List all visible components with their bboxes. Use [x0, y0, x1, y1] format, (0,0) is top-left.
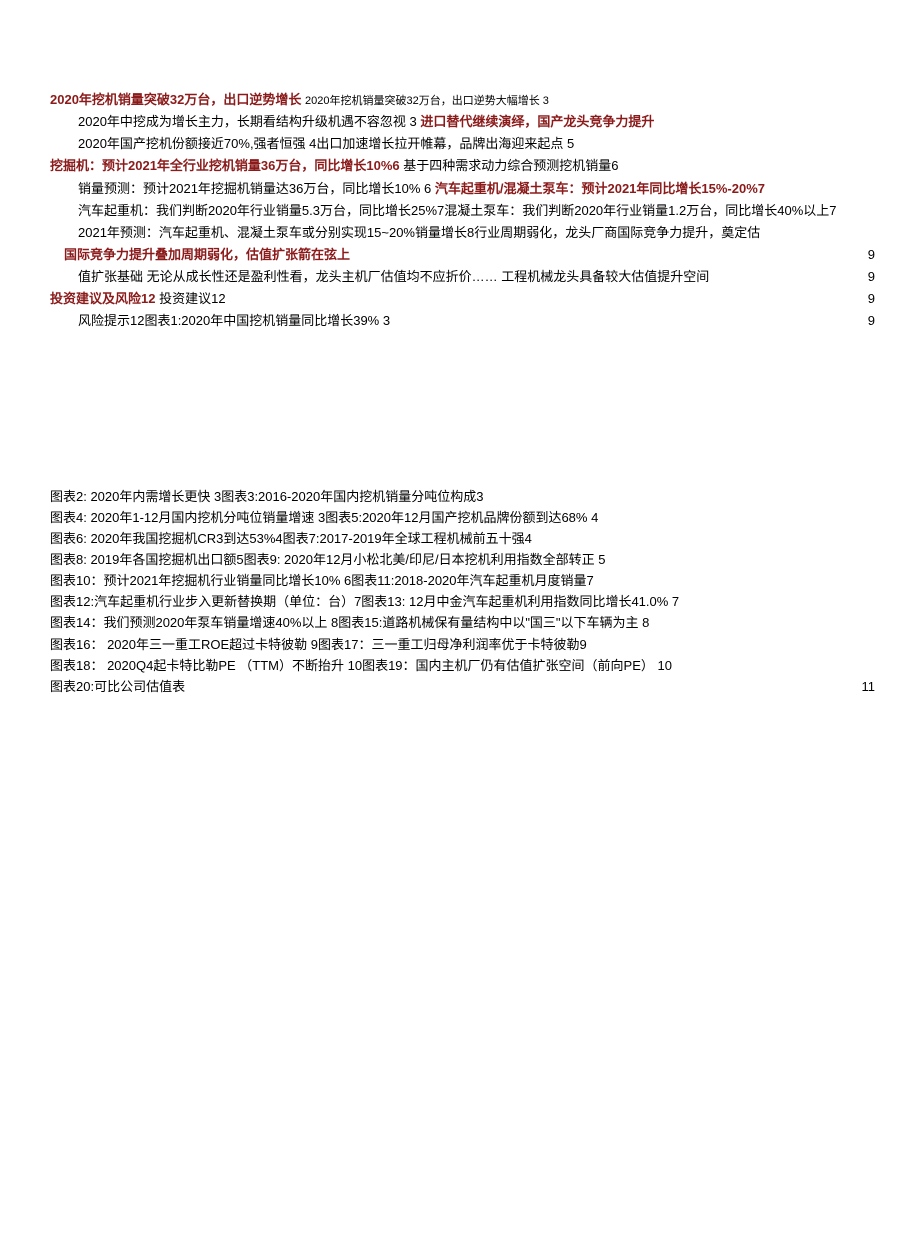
toc-block: 2020年挖机销量突破32万台，出口逆势增长 2020年挖机销量突破32万台，出…: [50, 90, 875, 332]
page-num-9b: 9: [868, 267, 875, 287]
toc-line-8: 国际竞争力提升叠加周期弱化，估值扩张箭在弦上 9: [50, 245, 875, 265]
page-num-9d: 9: [868, 311, 875, 331]
toc-line-10: 投资建议及风险12 投资建议12 9: [50, 289, 875, 309]
chart-list-block: 图表2: 2020年内需增长更快 3图表3:2016-2020年国内挖机销量分吨…: [50, 487, 875, 697]
text-domestic-share: 2020年国产挖机份额接近70%,强者恒强 4出口加速增长拉开帷幕，品牌出海迎来…: [78, 136, 574, 151]
chart-line-6: 图表6: 2020年我国挖掘机CR3到达53%4图表7:2017-2019年全球…: [50, 529, 875, 549]
toc-line-9: 值扩张基础 无论从成长性还是盈利性看，龙头主机厂估值均不应折价…… 工程机械龙头…: [78, 267, 875, 287]
chart-line-12: 图表12:汽车起重机行业步入更新替换期（单位：台）7图表13: 12月中金汽车起…: [50, 592, 875, 612]
toc-line-11: 风险提示12图表1:2020年中国挖机销量同比增长39% 3 9: [78, 311, 875, 331]
text-sales-forecast: 销量预测：预计2021年挖掘机销量达36万台，同比增长10% 6: [78, 181, 431, 196]
heading-excavator-forecast: 挖掘机：预计2021年全行业挖机销量36万台，同比增长10%6: [50, 158, 400, 173]
text-mid-excavator: 2020年中挖成为增长主力，长期看结构升级机遇不容忽视 3: [78, 114, 417, 129]
page-num-9a: 9: [868, 245, 875, 265]
heading-competitiveness: 国际竞争力提升叠加周期弱化，估值扩张箭在弦上: [64, 247, 350, 262]
chart-line-20: 图表20:可比公司估值表 11: [50, 677, 875, 697]
toc-line-2: 2020年中挖成为增长主力，长期看结构升级机遇不容忽视 3 进口替代继续演绎，国…: [78, 112, 875, 132]
heading-excavator-2020: 2020年挖机销量突破32万台，出口逆势增长: [50, 92, 301, 107]
text-forecast-basis: 基于四种需求动力综合预测挖机销量6: [403, 158, 618, 173]
text-2021-forecast: 2021年预测：汽车起重机、混凝土泵车或分别实现15~20%销量增长8行业周期弱…: [78, 225, 760, 240]
text-excavator-2020-detail: 2020年挖机销量突破32万台，出口逆势大幅增长 3: [305, 95, 549, 107]
chart-20-text: 图表20:可比公司估值表: [50, 679, 185, 694]
toc-line-1: 2020年挖机销量突破32万台，出口逆势增长 2020年挖机销量突破32万台，出…: [50, 90, 875, 110]
chart-line-14: 图表14：我们预测2020年泵车销量增速40%以上 8图表15:道路机械保有量结…: [50, 613, 875, 633]
chart-line-18: 图表18： 2020Q4起卡特比勒PE （TTM）不断抬升 10图表19：国内主…: [50, 656, 875, 676]
toc-line-4: 挖掘机：预计2021年全行业挖机销量36万台，同比增长10%6 基于四种需求动力…: [50, 156, 875, 176]
text-risk-chart1: 风险提示12图表1:2020年中国挖机销量同比增长39% 3: [78, 313, 390, 328]
heading-import-substitution: 进口替代继续演绎，国产龙头竞争力提升: [420, 114, 654, 129]
heading-crane-pump: 汽车起重机/混凝土泵车：预计2021年同比增长15%-20%7: [435, 181, 765, 196]
text-investment-advice: 投资建议12: [159, 291, 225, 306]
heading-investment-advice: 投资建议及风险12: [50, 291, 155, 306]
chart-line-2: 图表2: 2020年内需增长更快 3图表3:2016-2020年国内挖机销量分吨…: [50, 487, 875, 507]
text-crane-judgment: 汽车起重机：我们判断2020年行业销量5.3万台，同比增长25%7混凝土泵车：我…: [78, 203, 836, 218]
chart-line-10: 图表10：预计2021年挖掘机行业销量同比增长10% 6图表11:2018-20…: [50, 571, 875, 591]
toc-line-6: 汽车起重机：我们判断2020年行业销量5.3万台，同比增长25%7混凝土泵车：我…: [78, 201, 875, 221]
text-valuation-basis: 值扩张基础 无论从成长性还是盈利性看，龙头主机厂估值均不应折价…… 工程机械龙头…: [78, 269, 709, 284]
toc-line-3: 2020年国产挖机份额接近70%,强者恒强 4出口加速增长拉开帷幕，品牌出海迎来…: [78, 134, 875, 154]
toc-line-7: 2021年预测：汽车起重机、混凝土泵车或分别实现15~20%销量增长8行业周期弱…: [78, 223, 875, 243]
chart-line-8: 图表8: 2019年各国挖掘机出口额5图表9: 2020年12月小松北美/印尼/…: [50, 550, 875, 570]
page-num-9c: 9: [868, 289, 875, 309]
page-num-11: 11: [862, 677, 876, 697]
chart-line-16: 图表16： 2020年三一重工ROE超过卡特彼勒 9图表17：三一重工归母净利润…: [50, 635, 875, 655]
chart-line-4: 图表4: 2020年1-12月国内挖机分吨位销量增速 3图表5:2020年12月…: [50, 508, 875, 528]
toc-line-5: 销量预测：预计2021年挖掘机销量达36万台，同比增长10% 6 汽车起重机/混…: [78, 179, 875, 199]
